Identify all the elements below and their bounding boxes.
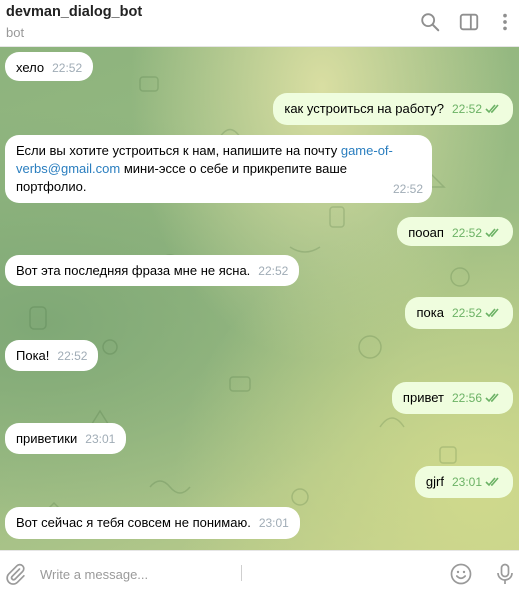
message-time: 22:52 bbox=[451, 306, 482, 320]
message-text: как устроиться на работу? bbox=[284, 101, 444, 116]
chat-subtitle: bot bbox=[6, 25, 25, 40]
message-time: 22:52 bbox=[52, 61, 83, 75]
message-bubble-incoming[interactable]: Вот сейчас я тебя совсем не понимаю. 23:0… bbox=[5, 507, 300, 539]
more-vertical-icon[interactable] bbox=[494, 11, 516, 33]
message-text: пока bbox=[416, 305, 444, 320]
message-time: 22:56 bbox=[451, 391, 482, 405]
message-time: 23:01 bbox=[451, 475, 482, 489]
message-composer bbox=[0, 550, 519, 595]
message-bubble-incoming[interactable]: Пока! 22:52 bbox=[5, 340, 99, 371]
message-bubble-incoming[interactable]: Вот эта последняя фраза мне не ясна. 22:5… bbox=[5, 255, 300, 286]
search-icon[interactable] bbox=[419, 11, 441, 33]
chat-header: devman_dialog_bot bot bbox=[0, 0, 519, 47]
message-text: пооап bbox=[408, 225, 444, 240]
message-text: Если вы хотите устроиться к нам, напишит… bbox=[16, 143, 341, 158]
message-bubble-incoming[interactable]: приветики 23:01 bbox=[5, 423, 127, 454]
read-check-icon bbox=[485, 305, 502, 318]
message-time: 22:52 bbox=[392, 182, 423, 196]
read-check-icon bbox=[485, 390, 502, 403]
message-time: 23:01 bbox=[85, 432, 116, 446]
message-time: 22:52 bbox=[57, 349, 88, 363]
message-bubble-outgoing[interactable]: как устроиться на работу? 22:52 bbox=[273, 93, 513, 125]
emoji-icon[interactable] bbox=[449, 562, 473, 586]
message-text: Вот эта последняя фраза мне не ясна. bbox=[16, 263, 251, 278]
message-bubble-incoming[interactable]: Если вы хотите устроиться к нам, напишит… bbox=[5, 135, 432, 203]
chat-title[interactable]: devman_dialog_bot bbox=[6, 4, 142, 20]
message-text: Вот сейчас я тебя совсем не понимаю. bbox=[16, 515, 251, 530]
message-text: приветики bbox=[16, 431, 78, 446]
message-input[interactable] bbox=[40, 563, 430, 585]
read-check-icon bbox=[485, 101, 502, 114]
message-text: Пока! bbox=[16, 348, 50, 363]
message-text: привет bbox=[402, 390, 444, 405]
message-text: хело bbox=[16, 60, 45, 75]
message-bubble-outgoing[interactable]: gjrf 23:01 bbox=[414, 466, 513, 498]
message-text: gjrf bbox=[425, 474, 444, 489]
message-bubble-outgoing[interactable]: пооап 22:52 bbox=[397, 217, 513, 246]
microphone-icon[interactable] bbox=[493, 562, 517, 586]
message-time: 22:52 bbox=[451, 102, 482, 116]
message-bubble-outgoing[interactable]: привет 22:56 bbox=[391, 382, 513, 414]
message-bubble-outgoing[interactable]: пока 22:52 bbox=[405, 297, 513, 329]
text-cursor bbox=[241, 565, 242, 581]
message-time: 23:01 bbox=[258, 516, 289, 530]
chat-history[interactable]: хело 22:52 как устроиться на работу? 22:52… bbox=[0, 47, 519, 550]
attach-icon[interactable] bbox=[3, 562, 27, 586]
read-check-icon bbox=[485, 225, 502, 238]
message-bubble-incoming[interactable]: хело 22:52 bbox=[5, 52, 94, 81]
message-time: 22:52 bbox=[451, 226, 482, 240]
sidebar-toggle-icon[interactable] bbox=[458, 11, 480, 33]
message-time: 22:52 bbox=[258, 264, 289, 278]
read-check-icon bbox=[485, 474, 502, 487]
